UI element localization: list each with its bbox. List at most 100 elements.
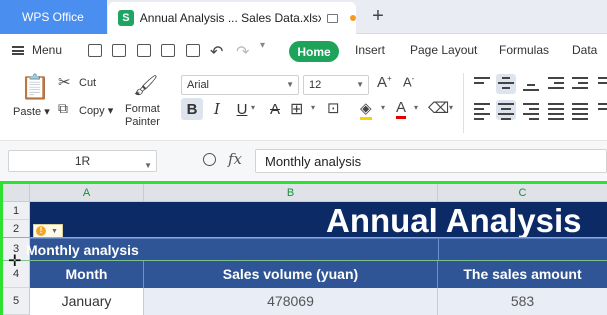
paste-label: Paste xyxy=(13,106,42,118)
spreadsheet-grid[interactable]: A B C 1 2 3 4 5 Annual Analysis ! ▼ Mont… xyxy=(0,181,607,315)
title-cell[interactable]: Annual Analysis xyxy=(30,202,607,238)
font-size-select[interactable]: 12 ▼ xyxy=(303,75,369,95)
font-family-select[interactable]: Arial ▼ xyxy=(181,75,299,95)
new-tab-button[interactable]: + xyxy=(368,5,388,29)
format-painter-label-2: Painter xyxy=(125,116,160,128)
ribbon-divider xyxy=(463,73,464,133)
quick-access-more-icon[interactable]: ▾ xyxy=(260,40,265,51)
menu-button[interactable]: Menu xyxy=(12,43,62,57)
window-restore-icon[interactable] xyxy=(327,13,339,23)
increase-indent-icon[interactable] xyxy=(570,74,590,94)
paste-icon[interactable]: 📋 xyxy=(20,73,50,102)
cell-sales-volume[interactable]: 478069 xyxy=(144,288,438,315)
align-bottom-icon[interactable] xyxy=(521,74,541,94)
borders-icon[interactable]: ⊞ xyxy=(290,99,303,119)
chevron-down-icon: ▼ xyxy=(356,80,364,89)
underline-options-icon[interactable]: ▾ xyxy=(251,103,255,112)
decrease-indent-icon[interactable] xyxy=(546,74,566,94)
print-icon[interactable] xyxy=(161,44,175,57)
format-painter-button[interactable]: Format Painter xyxy=(125,103,160,129)
header-row: Month Sales volume (yuan) The sales amou… xyxy=(30,261,607,288)
borders-options-icon[interactable]: ▾ xyxy=(311,103,315,112)
row-header-5[interactable]: 5 xyxy=(3,288,30,315)
cut-icon[interactable]: ✂ xyxy=(58,73,71,91)
ribbon-toolbar: 📋 Paste ▾ ✂ Cut ⧉ Copy ▾ 🖌 Format Painte… xyxy=(0,69,607,141)
name-box-value: 1R xyxy=(74,154,91,168)
font-color-options-icon[interactable]: ▾ xyxy=(414,103,418,112)
strikethrough-button[interactable]: A xyxy=(264,98,286,120)
align-top-icon[interactable] xyxy=(472,74,492,94)
distributed-icon[interactable] xyxy=(570,100,590,120)
cell-month[interactable]: January xyxy=(30,288,144,315)
tab-document[interactable]: S Annual Analysis ... Sales Data.xlsx xyxy=(108,2,356,34)
merge-center-icon[interactable] xyxy=(596,100,607,120)
resize-cursor-icon: ✛ xyxy=(8,253,22,270)
tab-formulas[interactable]: Formulas xyxy=(499,43,549,57)
chevron-down-icon: ▼ xyxy=(144,161,152,170)
warning-icon: ! xyxy=(36,226,46,236)
clear-format-icon[interactable]: ⌫ xyxy=(428,99,449,117)
tab-home[interactable]: Home xyxy=(289,41,339,62)
decrease-font-icon[interactable]: A- xyxy=(403,74,414,89)
row-header-1[interactable]: 1 xyxy=(3,202,30,220)
redo-icon[interactable]: ↷ xyxy=(236,42,249,62)
align-middle-icon[interactable] xyxy=(496,74,516,94)
formula-value: Monthly analysis xyxy=(265,154,362,169)
zoom-search-icon[interactable] xyxy=(203,153,216,166)
cell-divider xyxy=(438,239,439,262)
copy-label: Copy xyxy=(79,105,105,117)
italic-button[interactable]: I xyxy=(206,98,228,120)
menu-label: Menu xyxy=(32,43,63,57)
cut-button[interactable]: Cut xyxy=(79,77,96,89)
tab-data[interactable]: Data xyxy=(572,43,597,57)
tab-page-layout[interactable]: Page Layout xyxy=(410,43,477,57)
name-box[interactable]: 1R ▼ xyxy=(8,150,157,172)
column-header-b[interactable]: B xyxy=(144,184,438,202)
formula-bar: 1R ▼ fx Monthly analysis xyxy=(0,141,607,181)
fx-icon[interactable]: fx xyxy=(228,150,242,168)
column-header-c[interactable]: C xyxy=(438,184,607,202)
error-check-button[interactable]: ! ▼ xyxy=(33,224,63,238)
tab-wps-office[interactable]: WPS Office xyxy=(0,0,107,34)
align-right-icon[interactable] xyxy=(521,100,541,120)
align-left-icon[interactable] xyxy=(472,100,492,120)
merge-cells-icon[interactable]: ⊡ xyxy=(327,99,340,117)
copy-button[interactable]: Copy ▾ xyxy=(79,104,113,117)
fill-color-icon[interactable]: ◈ xyxy=(360,99,372,120)
subtitle-cell: Monthly analysis xyxy=(26,242,139,258)
font-family-value: Arial xyxy=(187,79,210,91)
header-sales-volume[interactable]: Sales volume (yuan) xyxy=(144,261,438,288)
increase-font-icon[interactable]: A+ xyxy=(377,74,392,91)
column-header-a[interactable]: A xyxy=(30,184,144,202)
spreadsheet-logo-icon: S xyxy=(118,10,134,26)
undo-icon[interactable]: ↶ xyxy=(210,42,223,62)
tab-insert[interactable]: Insert xyxy=(355,43,385,57)
export-icon[interactable] xyxy=(137,44,151,57)
select-all-corner[interactable] xyxy=(3,184,30,202)
bold-button[interactable]: B xyxy=(181,98,203,120)
fill-color-options-icon[interactable]: ▾ xyxy=(381,103,385,112)
font-size-value: 12 xyxy=(309,79,322,91)
header-month[interactable]: Month xyxy=(30,261,144,288)
clear-options-icon[interactable]: ▾ xyxy=(449,103,453,112)
justify-icon[interactable] xyxy=(546,100,566,120)
subtitle-row[interactable]: Monthly analysis xyxy=(26,238,607,262)
copy-icon[interactable]: ⧉ xyxy=(58,100,68,117)
save-icon[interactable] xyxy=(112,44,126,57)
font-color-icon[interactable]: A xyxy=(396,99,407,119)
formula-input[interactable]: Monthly analysis xyxy=(255,149,607,173)
print-preview-icon[interactable] xyxy=(186,44,200,57)
tab-wps-office-label: WPS Office xyxy=(22,10,84,24)
hamburger-icon xyxy=(12,45,24,55)
paste-button[interactable]: Paste ▾ xyxy=(13,105,50,118)
header-sales-amount[interactable]: The sales amount xyxy=(438,261,607,288)
row-header-2[interactable]: 2 xyxy=(3,220,30,238)
chevron-down-icon: ▼ xyxy=(286,80,294,89)
format-painter-icon[interactable]: 🖌 xyxy=(133,73,158,98)
align-center-icon[interactable] xyxy=(496,100,516,120)
table-row: January 478069 583 xyxy=(30,288,607,315)
cell-sales-amount[interactable]: 583 xyxy=(438,288,607,315)
wrap-text-icon[interactable] xyxy=(596,74,607,94)
open-folder-icon[interactable] xyxy=(88,44,102,57)
underline-button[interactable]: U xyxy=(231,98,253,120)
